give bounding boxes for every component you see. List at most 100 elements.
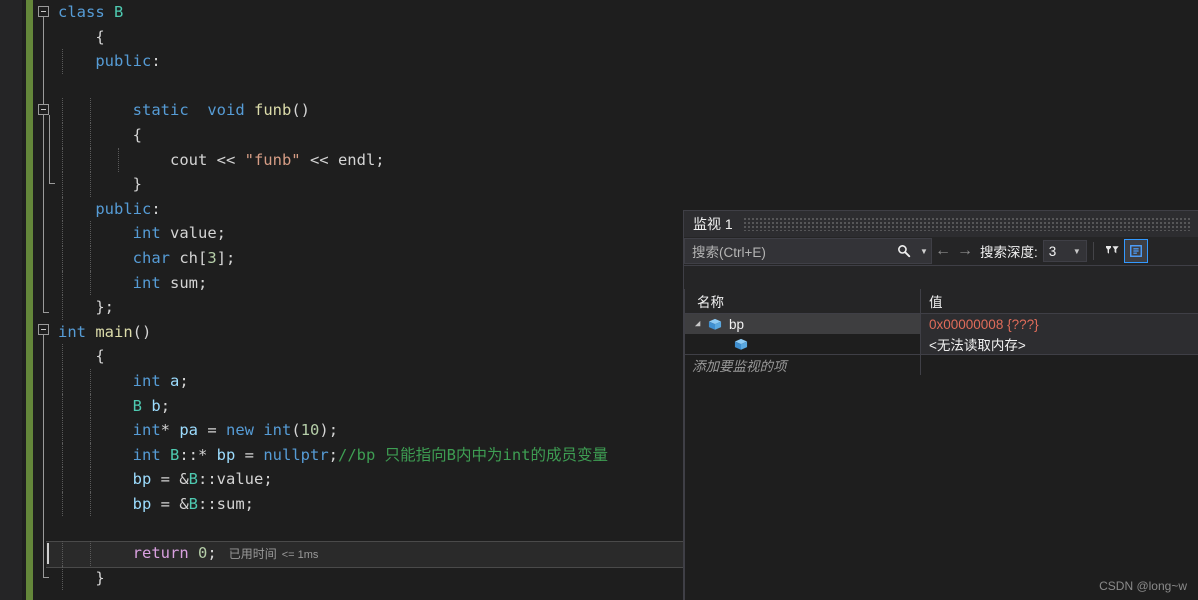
- indent-guide: [62, 98, 63, 123]
- code-line[interactable]: static void funb(): [36, 98, 683, 123]
- watch-row[interactable]: <无法读取内存>: [684, 334, 1198, 354]
- search-prev-arrow-icon[interactable]: ←: [932, 238, 954, 264]
- search-input[interactable]: 搜索(Ctrl+E): [692, 241, 891, 261]
- indent-guide: [118, 147, 119, 173]
- indent-guide: [62, 147, 63, 173]
- code-editor[interactable]: class B { public: static void funb() { c…: [0, 0, 683, 600]
- indent-guide: [90, 221, 91, 246]
- code-token: main: [95, 322, 133, 341]
- code-line[interactable]: int value;: [36, 221, 683, 246]
- watch-row-name-cell[interactable]: [684, 334, 921, 354]
- code-line[interactable]: [36, 516, 683, 541]
- expander-triangle-icon[interactable]: [690, 320, 706, 329]
- code-line[interactable]: int* pa = new int(10);: [36, 418, 683, 443]
- code-line[interactable]: bp = &B::sum;: [36, 491, 683, 517]
- indent-guide: [90, 245, 91, 271]
- code-token: }: [132, 175, 142, 194]
- code-lines[interactable]: class B { public: static void funb() { c…: [36, 0, 683, 591]
- chevron-down-icon[interactable]: ▼: [1073, 247, 1081, 256]
- code-line-current-statement[interactable]: return 0; 已用时间 <= 1ms: [36, 541, 683, 566]
- watch-row-name-cell[interactable]: bp: [684, 314, 921, 334]
- code-token: (): [291, 101, 310, 120]
- code-line[interactable]: [36, 74, 683, 99]
- code-token: int: [132, 273, 161, 292]
- add-watch-item-row[interactable]: 添加要监视的项: [684, 354, 1198, 375]
- search-next-arrow-icon[interactable]: →: [954, 238, 976, 264]
- code-line[interactable]: int main(): [36, 320, 683, 345]
- code-line[interactable]: class B: [36, 0, 683, 25]
- search-options-chevron-down-icon[interactable]: ▼: [917, 238, 931, 264]
- watermark: CSDN @long~w: [1099, 579, 1187, 593]
- code-token: };: [95, 298, 114, 317]
- code-token: 0: [198, 544, 208, 563]
- watch-window[interactable]: 监视 1 搜索(Ctrl+E) ▼ ← → 搜索深度: 3 ▼ 名称 值 bp …: [683, 210, 1198, 600]
- code-line[interactable]: };: [36, 295, 683, 320]
- code-token: cout: [169, 150, 208, 169]
- code-token: nullptr: [263, 445, 329, 464]
- code-line[interactable]: B b;: [36, 393, 683, 419]
- watch-row-value-cell[interactable]: <无法读取内存>: [921, 334, 1198, 354]
- code-line[interactable]: public:: [36, 196, 683, 222]
- indent-guide: [62, 541, 63, 566]
- column-header-value[interactable]: 值: [921, 289, 1198, 313]
- code-line[interactable]: int sum;: [36, 270, 683, 296]
- code-line[interactable]: int B::* bp = nullptr;//bp 只能指向B内中为int的成…: [36, 442, 683, 468]
- search-icon[interactable]: [891, 238, 917, 264]
- object-cube-icon: [706, 318, 724, 331]
- code-line[interactable]: cout << "funb" << endl;: [36, 147, 683, 173]
- code-token: B: [188, 494, 198, 513]
- drag-handle-dots[interactable]: [742, 217, 1191, 231]
- search-input-wrap[interactable]: 搜索(Ctrl+E) ▼: [684, 238, 932, 264]
- code-token: int: [132, 224, 161, 243]
- hex-display-toggle-icon[interactable]: [1123, 239, 1148, 263]
- code-line[interactable]: }: [36, 172, 683, 197]
- code-token: B: [170, 445, 180, 464]
- code-line[interactable]: int a;: [36, 368, 683, 394]
- watch-column-headers[interactable]: 名称 值: [684, 289, 1198, 314]
- code-line[interactable]: {: [36, 122, 683, 148]
- indent-guide: [90, 368, 91, 394]
- indent-guide: [62, 344, 63, 369]
- add-watch-item-placeholder[interactable]: 添加要监视的项: [684, 355, 921, 375]
- code-token: bp: [132, 470, 152, 489]
- indent-guide: [90, 442, 91, 468]
- code-line[interactable]: bp = &B::value;: [36, 467, 683, 492]
- indent-guide: [62, 368, 63, 394]
- toolbar-separator: [1092, 242, 1094, 260]
- watch-row[interactable]: bp 0x00000008 {???}: [684, 314, 1198, 334]
- indent-guide: [62, 295, 63, 320]
- indent-guide: [62, 122, 63, 148]
- change-indicator-bar: [26, 0, 33, 600]
- search-depth-select[interactable]: 3 ▼: [1042, 240, 1087, 262]
- app-root: class B { public: static void funb() { c…: [0, 0, 1198, 600]
- watch-grid[interactable]: 名称 值 bp 0x00000008 {???} <无法读取内存> 添加要监视的项: [684, 289, 1198, 600]
- search-depth-label: 搜索深度:: [980, 245, 1038, 260]
- watch-row-list[interactable]: bp 0x00000008 {???} <无法读取内存>: [684, 314, 1198, 354]
- code-token: {: [95, 347, 105, 366]
- code-line[interactable]: char ch[3];: [36, 245, 683, 271]
- code-token: void: [207, 101, 245, 120]
- watch-title-bar[interactable]: 监视 1: [684, 211, 1198, 237]
- code-line[interactable]: }: [36, 565, 683, 591]
- pin-filter-icon[interactable]: [1100, 239, 1124, 263]
- code-token: bp: [132, 494, 152, 513]
- column-header-name[interactable]: 名称: [684, 289, 921, 313]
- watch-row-value-cell[interactable]: 0x00000008 {???}: [921, 314, 1198, 334]
- code-token: ;: [207, 544, 217, 563]
- add-watch-item-value-cell[interactable]: [921, 355, 1198, 375]
- code-token: class: [58, 3, 105, 21]
- indent-guide: [90, 467, 91, 492]
- code-line[interactable]: {: [36, 344, 683, 369]
- watch-toolbar[interactable]: 搜索(Ctrl+E) ▼ ← → 搜索深度: 3 ▼: [684, 237, 1198, 266]
- code-line[interactable]: public:: [36, 49, 683, 74]
- code-token: int: [58, 322, 86, 341]
- code-line[interactable]: {: [36, 25, 683, 50]
